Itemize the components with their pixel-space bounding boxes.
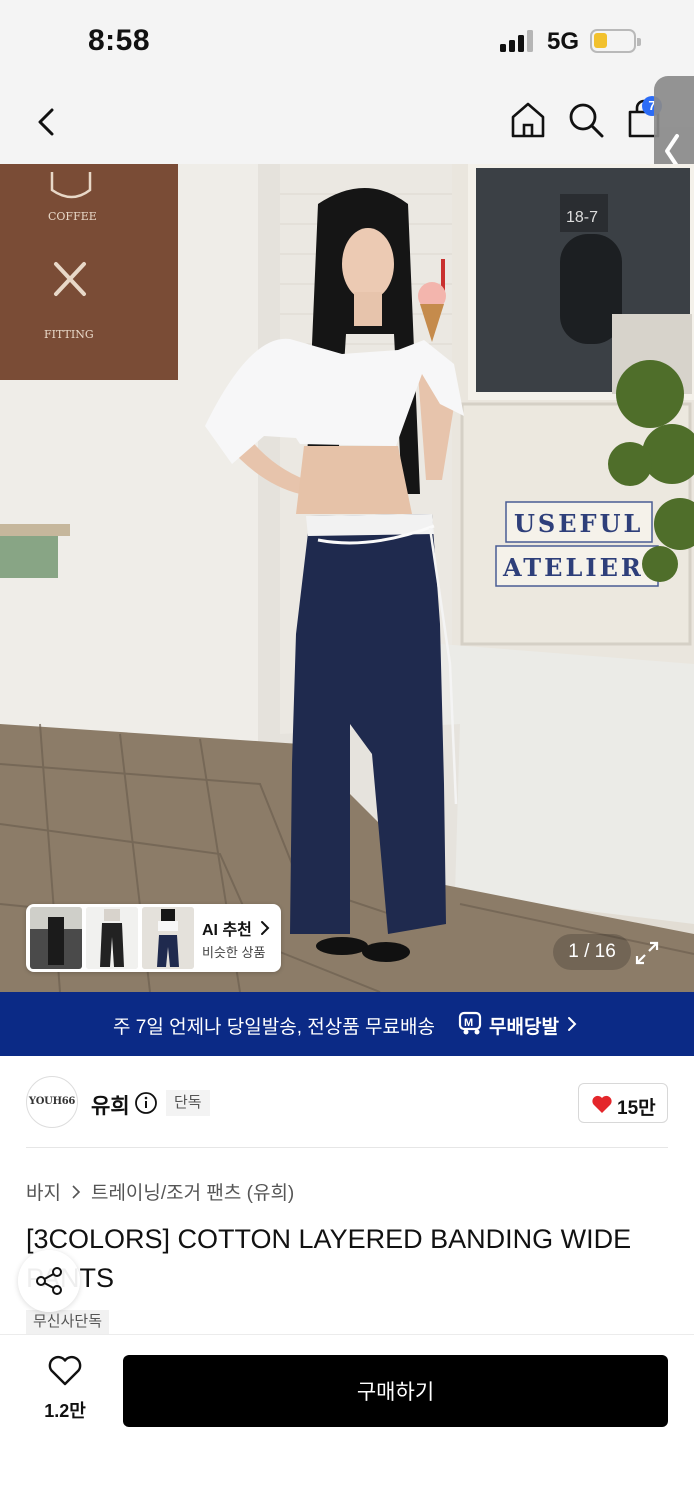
status-bar: 8:58 5G <box>0 0 694 82</box>
share-button[interactable] <box>18 1250 80 1312</box>
brand-like-count: 15만 <box>617 1098 656 1119</box>
ai-recommendation-subtitle: 비슷한 상품 <box>202 945 266 960</box>
buy-button[interactable]: 구매하기 <box>123 1355 668 1427</box>
breadcrumb-subcategory[interactable]: 트레이닝/조거 팬츠 (유희) <box>91 1178 294 1205</box>
promo-text: 주 7일 언제나 당일발송, 전상품 무료배송 <box>113 1017 435 1038</box>
network-type: 5G <box>547 28 580 55</box>
sign-coffee: COFFEE <box>48 210 97 223</box>
brand-like-button[interactable]: 15만 <box>578 1083 668 1123</box>
sign-street-number: 18-7 <box>566 209 598 226</box>
recommendation-thumb-1[interactable] <box>30 907 82 969</box>
product-image-carousel[interactable]: 18-7 USEFUL ATELIER COFFEE FITTING AI 추천… <box>0 164 694 992</box>
share-icon <box>36 1267 62 1295</box>
breadcrumb-category[interactable]: 바지 <box>26 1178 61 1205</box>
recommendation-thumb-2[interactable] <box>86 907 138 969</box>
chevron-right-icon <box>261 921 270 935</box>
ai-recommendation-title: AI 추천 <box>202 922 252 939</box>
search-icon[interactable] <box>566 100 606 140</box>
free-delivery-banner[interactable]: 주 7일 언제나 당일발송, 전상품 무료배송 M 무배당발 <box>0 992 694 1056</box>
brand-name[interactable]: 유희 <box>91 1090 130 1120</box>
heart-outline-icon[interactable] <box>47 1355 83 1387</box>
product-photo: 18-7 USEFUL ATELIER COFFEE FITTING <box>0 164 694 992</box>
image-page-counter: 1 / 16 <box>553 934 631 970</box>
promo-brand: 무배당발 <box>489 1017 559 1038</box>
wish-count: 1.2만 <box>44 1401 86 1421</box>
product-tag: 무신사단독 <box>26 1310 110 1334</box>
back-arrow-icon[interactable] <box>30 102 64 142</box>
recommendation-thumb-3[interactable] <box>142 907 194 969</box>
battery-icon <box>590 29 641 53</box>
delivery-truck-icon: M <box>458 1011 482 1035</box>
breadcrumb: 바지 트레이닝/조거 팬츠 (유희) <box>26 1178 294 1205</box>
brand-logo[interactable]: YOUH66 <box>26 1076 78 1128</box>
svg-text:M: M <box>464 1017 473 1029</box>
status-time: 8:58 <box>88 24 151 57</box>
signal-strength-icon <box>500 30 534 52</box>
sign-fitting: FITTING <box>44 328 94 341</box>
exclusive-badge: 단독 <box>166 1090 210 1116</box>
sign-atelier: ATELIER <box>502 553 644 582</box>
sign-useful: USEFUL <box>514 509 643 538</box>
ai-recommendation-card[interactable]: AI 추천 비슷한 상품 <box>26 904 281 972</box>
chevron-right-icon <box>72 1184 81 1199</box>
chevron-right-icon <box>568 1017 577 1031</box>
expand-icon[interactable] <box>634 940 660 966</box>
info-icon[interactable] <box>134 1091 158 1115</box>
top-nav-bar: 7 <box>0 82 694 164</box>
home-icon[interactable] <box>509 100 547 140</box>
product-title: [3COLORS] COTTON LAYERED BANDING WIDE PA… <box>26 1224 632 1293</box>
heart-filled-icon <box>592 1095 612 1113</box>
divider <box>26 1147 668 1148</box>
bottom-action-bar: 1.2만 구매하기 <box>0 1334 694 1500</box>
